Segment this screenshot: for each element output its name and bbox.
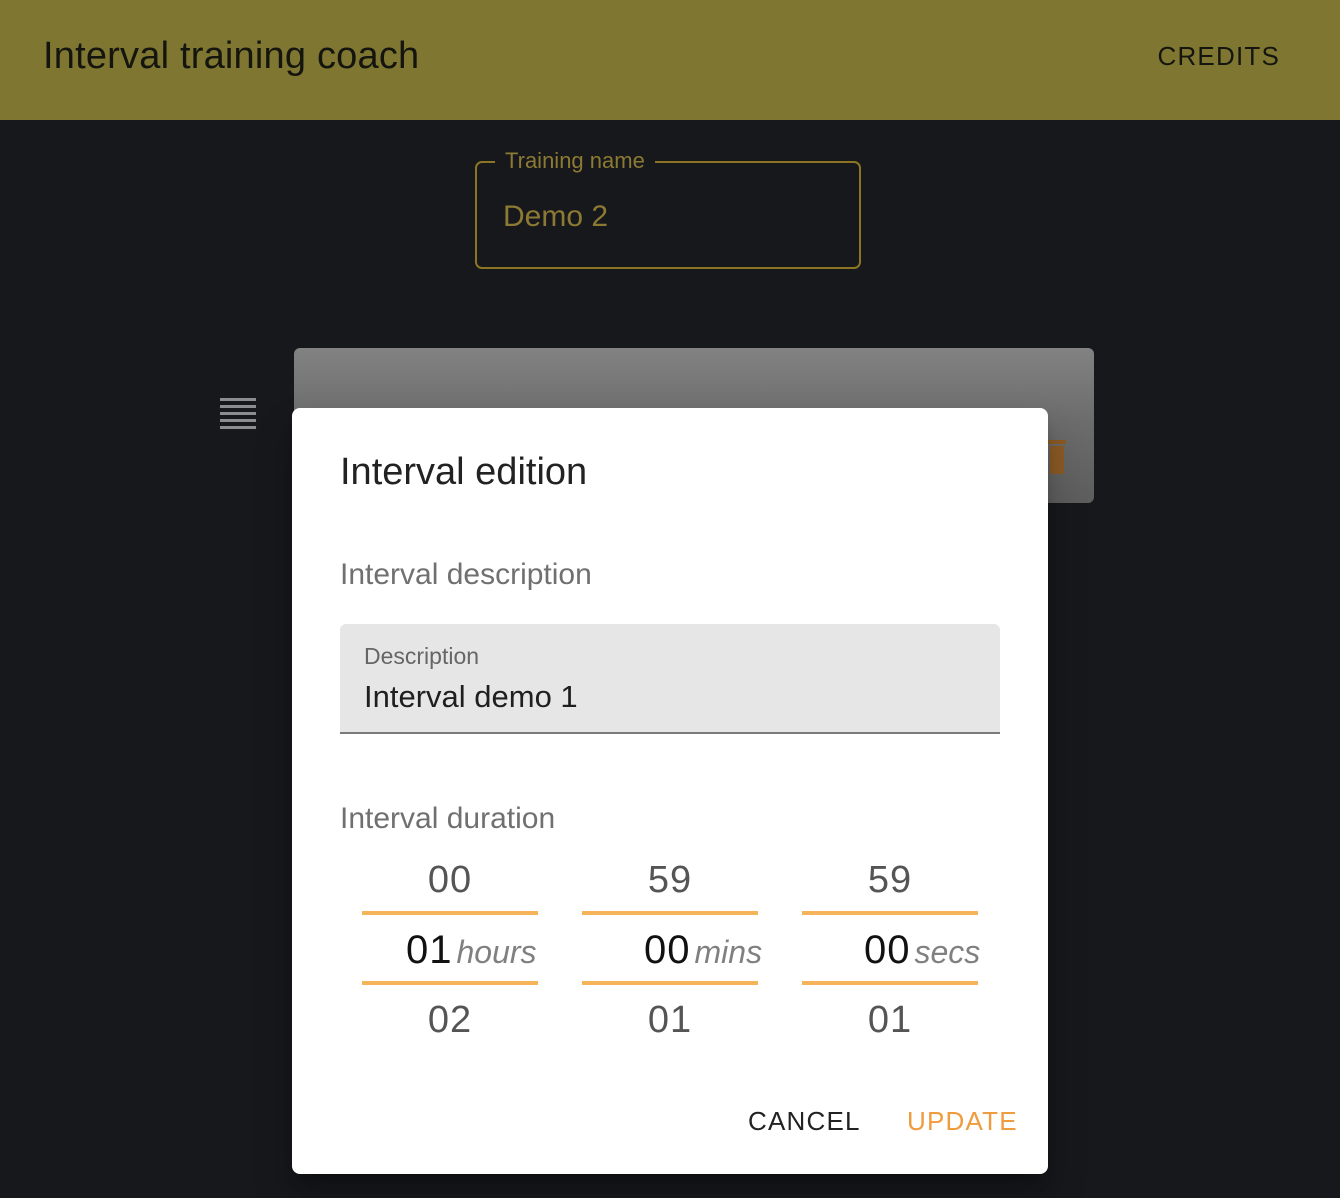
app-bar: Interval training coach CREDITS — [0, 0, 1340, 120]
description-field-label: Description — [364, 643, 480, 669]
interval-edit-dialog: Interval edition Interval description De… — [292, 408, 1048, 1174]
secs-selection-line-bottom — [802, 981, 978, 985]
hours-current[interactable]: 01 hours — [406, 928, 606, 974]
description-field-value[interactable]: Interval demo 1 — [364, 679, 578, 715]
secs-unit-label: secs — [914, 934, 981, 970]
dialog-title: Interval edition — [340, 451, 588, 493]
secs-prev-value[interactable]: 59 — [802, 858, 978, 902]
credits-button[interactable]: CREDITS — [1157, 40, 1280, 72]
secs-current-value: 00 — [864, 928, 911, 972]
description-section-label: Interval description — [340, 558, 592, 591]
secs-current[interactable]: 00 secs — [864, 928, 1064, 974]
mins-next-value[interactable]: 01 — [582, 998, 758, 1042]
mins-unit-label: mins — [694, 934, 763, 970]
hours-selection-line-bottom — [362, 981, 538, 985]
cancel-button[interactable]: CANCEL — [748, 1105, 861, 1137]
hours-next-value[interactable]: 02 — [362, 998, 538, 1042]
description-field[interactable]: Description Interval demo 1 — [340, 624, 1000, 734]
secs-next-value[interactable]: 01 — [802, 998, 978, 1042]
hours-picker[interactable]: 00 01 hours 02 — [362, 852, 538, 1042]
mins-selection-line-top — [582, 911, 758, 915]
mins-prev-value[interactable]: 59 — [582, 858, 758, 902]
mins-picker[interactable]: 59 00 mins 01 — [582, 852, 762, 1042]
hours-current-value: 01 — [406, 928, 453, 972]
hours-unit-label: hours — [456, 934, 537, 970]
secs-selection-line-top — [802, 911, 978, 915]
mins-current-value: 00 — [644, 928, 691, 972]
mins-selection-line-bottom — [582, 981, 758, 985]
hours-selection-line-top — [362, 911, 538, 915]
update-button[interactable]: UPDATE — [907, 1105, 1018, 1137]
secs-picker[interactable]: 59 00 secs 01 — [802, 852, 980, 1042]
duration-section-label: Interval duration — [340, 802, 556, 835]
hours-prev-value[interactable]: 00 — [362, 858, 538, 902]
app-title: Interval training coach — [43, 35, 420, 77]
